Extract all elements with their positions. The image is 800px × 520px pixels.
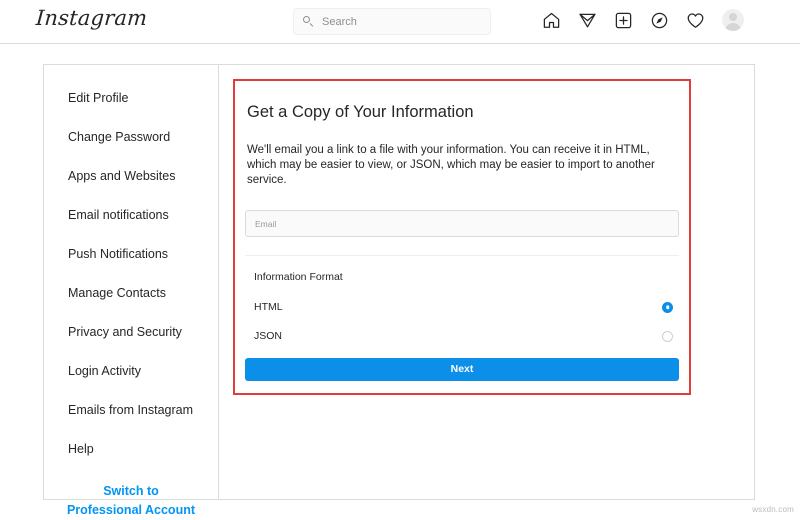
sidebar-item-edit-profile[interactable]: Edit Profile: [44, 78, 218, 117]
sidebar-item-privacy-and-security[interactable]: Privacy and Security: [44, 312, 218, 351]
sidebar-item-push-notifications[interactable]: Push Notifications: [44, 234, 218, 273]
sidebar-item-help[interactable]: Help: [44, 429, 218, 468]
sidebar-item-login-activity[interactable]: Login Activity: [44, 351, 218, 390]
format-option-html-label: HTML: [254, 301, 283, 313]
settings-content: Get a Copy of Your Information We'll ema…: [219, 65, 754, 499]
search-icon: [303, 16, 315, 28]
sidebar-item-manage-contacts[interactable]: Manage Contacts: [44, 273, 218, 312]
sidebar-item-apps-and-websites[interactable]: Apps and Websites: [44, 156, 218, 195]
email-placeholder: Email: [255, 219, 276, 229]
sidebar-item-emails-from-instagram[interactable]: Emails from Instagram: [44, 390, 218, 429]
radio-html[interactable]: [662, 302, 673, 313]
home-icon[interactable]: [542, 11, 561, 30]
sidebar-item-email-notifications[interactable]: Email notifications: [44, 195, 218, 234]
search-input[interactable]: Search: [293, 8, 491, 35]
top-navigation-bar: Instagram Search: [0, 0, 800, 44]
format-option-html[interactable]: HTML: [245, 296, 679, 318]
get-copy-of-information-panel: Get a Copy of Your Information We'll ema…: [233, 79, 691, 395]
instagram-logo[interactable]: Instagram: [35, 6, 148, 30]
watermark: wsxdn.com: [752, 505, 794, 514]
format-option-json[interactable]: JSON: [245, 325, 679, 347]
search-placeholder: Search: [322, 16, 357, 28]
direct-message-icon[interactable]: [578, 11, 597, 30]
settings-card: Edit Profile Change Password Apps and We…: [43, 64, 755, 500]
panel-description: We'll email you a link to a file with yo…: [245, 143, 679, 188]
explore-icon[interactable]: [650, 11, 669, 30]
format-option-json-label: JSON: [254, 330, 282, 342]
page-body: Edit Profile Change Password Apps and We…: [0, 45, 800, 517]
radio-json[interactable]: [662, 331, 673, 342]
settings-sidebar: Edit Profile Change Password Apps and We…: [44, 65, 219, 499]
email-field[interactable]: Email: [245, 210, 679, 237]
nav-icon-group: [542, 9, 744, 31]
activity-heart-icon[interactable]: [686, 11, 705, 30]
new-post-icon[interactable]: [614, 11, 633, 30]
next-button[interactable]: Next: [245, 358, 679, 381]
profile-avatar[interactable]: [722, 9, 744, 31]
switch-to-professional-account-link[interactable]: Switch to Professional Account: [44, 482, 218, 520]
sidebar-item-change-password[interactable]: Change Password: [44, 117, 218, 156]
information-format-label: Information Format: [245, 271, 679, 283]
section-divider: [245, 255, 679, 256]
page-title: Get a Copy of Your Information: [245, 103, 679, 122]
